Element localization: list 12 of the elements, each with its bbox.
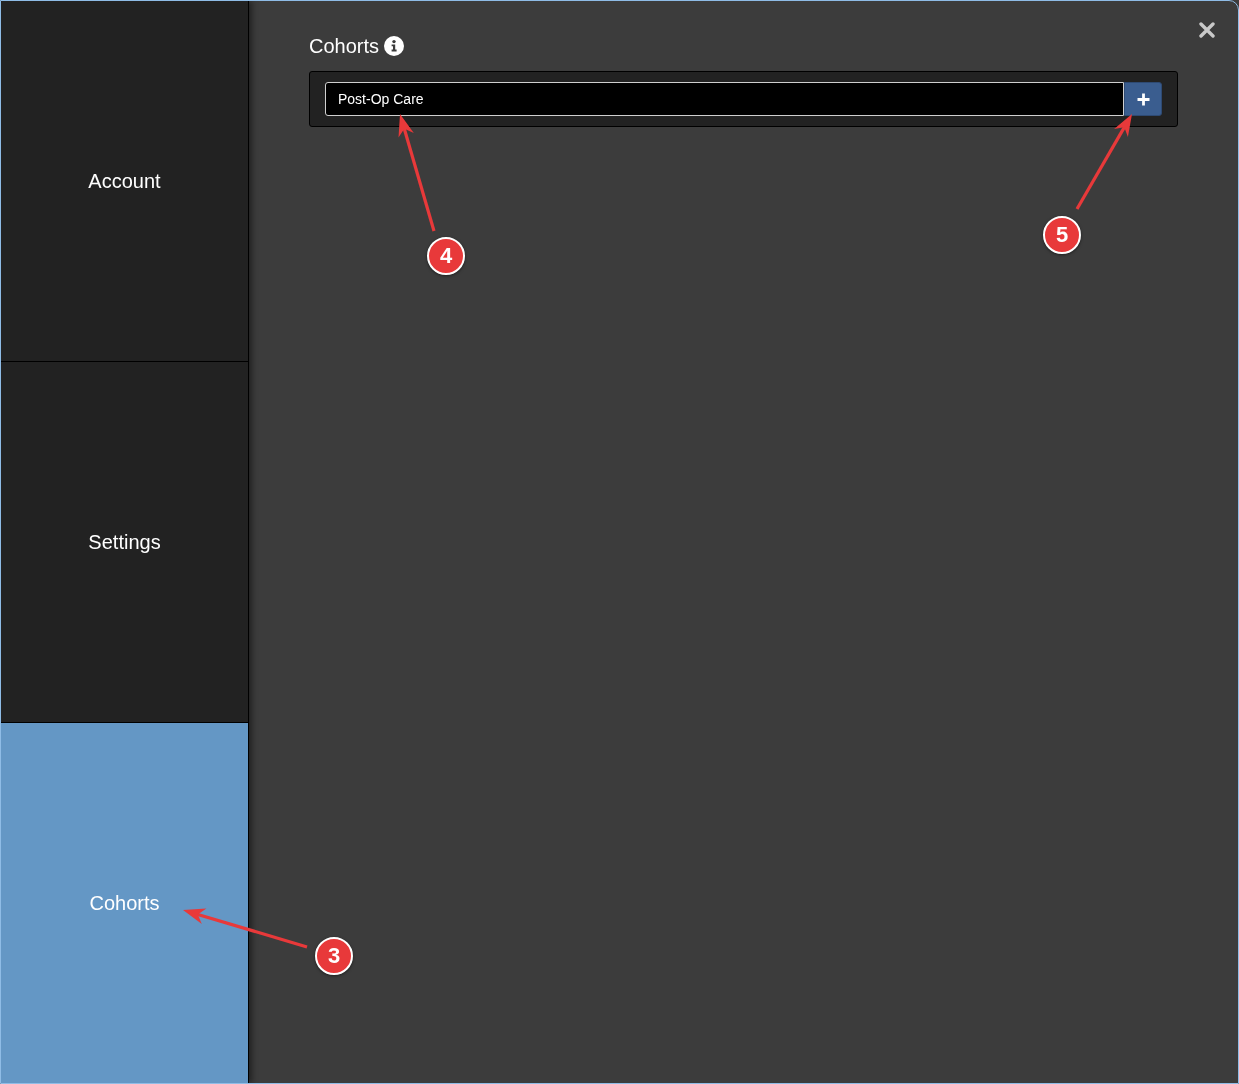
plus-icon (1136, 92, 1150, 106)
callout-number: 5 (1043, 216, 1081, 254)
add-button[interactable] (1124, 82, 1162, 116)
cohort-name-field[interactable]: Post-Op Care (325, 82, 1124, 116)
close-icon (1199, 22, 1215, 38)
info-icon[interactable] (384, 36, 405, 56)
callout-number: 4 (427, 237, 465, 275)
sidebar-tab[interactable]: Account (1, 1, 248, 361)
close-button[interactable] (1198, 21, 1216, 39)
sidebar-tab[interactable]: Settings (1, 361, 248, 722)
section-title: Cohorts (309, 34, 380, 58)
callout-number: 3 (315, 937, 353, 975)
